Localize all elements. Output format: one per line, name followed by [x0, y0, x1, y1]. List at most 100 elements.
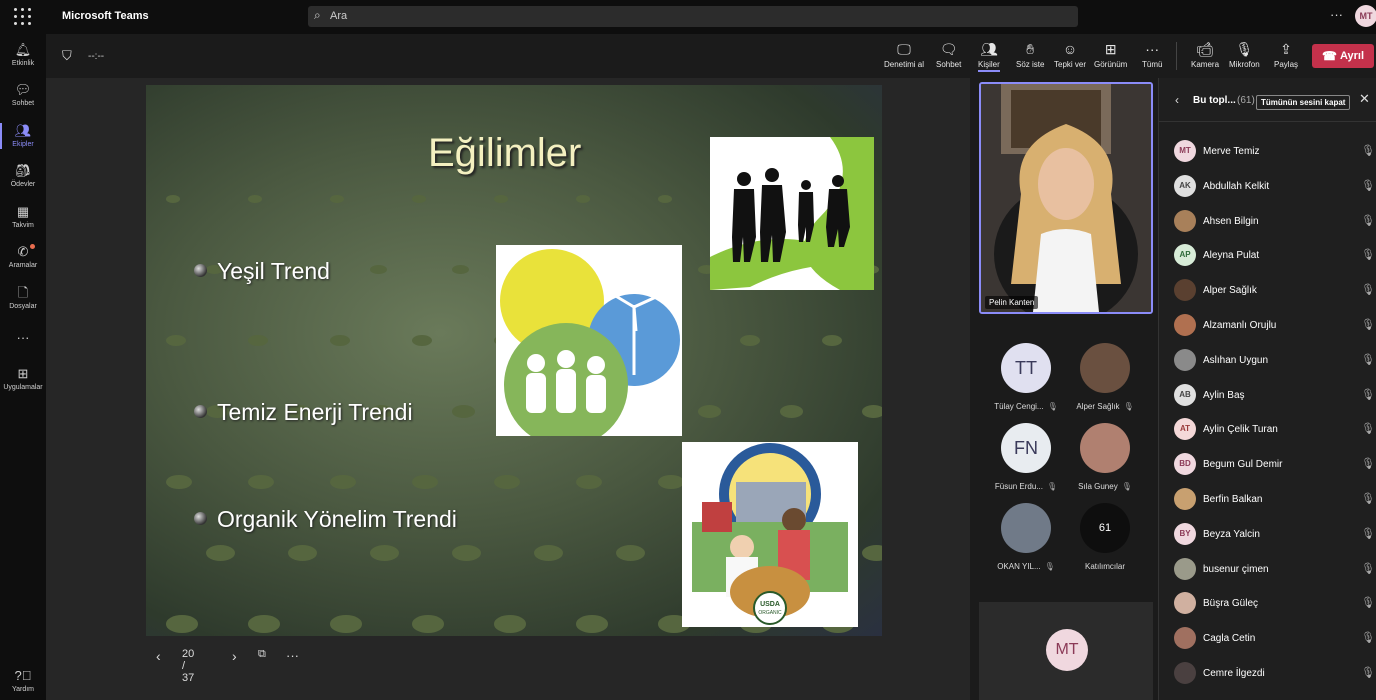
mic-off-icon: 🎙︎	[1121, 482, 1132, 491]
participant-tile[interactable]: OKAN YIL... 🎙︎	[991, 503, 1061, 571]
participant-row[interactable]: MT Merve Temiz 🎙︎	[1159, 136, 1376, 170]
participant-name: Begum Gul Demir	[1203, 459, 1283, 471]
participant-row[interactable]: Alper Sağlık 🎙︎	[1159, 275, 1376, 309]
view-button[interactable]: ⊞ Görünüm	[1094, 40, 1127, 69]
mic-off-icon: 🎙︎	[1123, 402, 1134, 411]
participant-avatar: FN	[1001, 423, 1051, 473]
apps-icon: ⊞	[17, 366, 29, 381]
more-options-icon[interactable]: ···	[1330, 7, 1343, 22]
previous-slide-icon[interactable]: ‹	[156, 648, 161, 664]
participants-overflow-tile[interactable]: 61 Katılımcılar	[1070, 503, 1140, 571]
mic-off-icon: 🎙︎	[1361, 527, 1375, 540]
background-dot	[370, 265, 387, 275]
mic-off-icon: 🎙︎	[1361, 562, 1375, 575]
participant-avatar	[1174, 314, 1196, 336]
search-icon: ⌕	[314, 8, 321, 22]
teams-icon: 👥︎	[14, 123, 32, 138]
rail-item-assignments[interactable]: 🎒︎ Ödevler	[0, 163, 46, 188]
people-button[interactable]: 👥︎ Kişiler	[978, 40, 1000, 72]
toolbar-divider	[1176, 42, 1177, 70]
svg-text:USDA: USDA	[760, 601, 780, 608]
background-dot	[330, 335, 350, 346]
rail-label: Etkinlik	[11, 60, 35, 67]
take-control-button[interactable]: 🖵 Denetimi al	[884, 40, 924, 69]
rail-item-calls[interactable]: ✆ Aramalar	[0, 244, 46, 269]
slide-title: Eğilimler	[428, 131, 582, 175]
participant-tile[interactable]: Alper Sağlık 🎙︎	[1070, 343, 1140, 411]
microphone-button[interactable]: 🎙︎ Mikrofon	[1229, 40, 1260, 69]
participant-row[interactable]: BD Begum Gul Demir 🎙︎	[1159, 449, 1376, 483]
slide-bullet: Organik Yönelim Trendi	[194, 506, 457, 533]
mic-off-icon: 🎙︎	[1047, 402, 1058, 411]
user-avatar[interactable]: MT	[1355, 5, 1376, 27]
app-launcher-icon[interactable]	[14, 8, 32, 26]
chat-button[interactable]: 🗨 Sohbet	[936, 40, 961, 69]
participant-name: Alper Sağlık	[1076, 402, 1120, 411]
participant-row[interactable]: Büşra Güleç 🎙︎	[1159, 588, 1376, 622]
camera-off-icon: 📹︎	[1196, 41, 1214, 57]
background-dot	[412, 335, 432, 346]
rail-label: Ekipler	[12, 141, 34, 148]
raise-hand-button[interactable]: ✋︎ Söz iste	[1016, 40, 1044, 69]
rail-item-teams[interactable]: 👥︎ Ekipler	[0, 123, 46, 149]
participant-row[interactable]: AP Aleyna Pulat 🎙︎	[1159, 240, 1376, 274]
slide-more-icon[interactable]: ···	[286, 648, 299, 663]
participant-row[interactable]: Cemre İlgezdi 🎙︎	[1159, 658, 1376, 692]
take-control-icon: 🖵	[897, 41, 911, 57]
next-slide-icon[interactable]: ›	[232, 648, 237, 664]
participant-row[interactable]: Alzamanlı Orujlu 🎙︎	[1159, 310, 1376, 344]
files-icon: 🗋	[17, 285, 29, 300]
background-dot	[330, 195, 344, 203]
close-icon[interactable]: ✕	[1359, 91, 1370, 107]
rail-item-chat[interactable]: 💬︎ Sohbet	[0, 82, 46, 107]
rail-item-apps[interactable]: ⊞ Uygulamalar	[0, 366, 46, 391]
participant-row[interactable]: Aslıhan Uygun 🎙︎	[1159, 345, 1376, 379]
assignments-icon: 🎒︎	[14, 163, 32, 178]
participant-row[interactable]: Ahsen Bilgin 🎙︎	[1159, 206, 1376, 240]
participant-row[interactable]: AK Abdullah Kelkit 🎙︎	[1159, 171, 1376, 205]
leave-label: Ayrıl	[1340, 50, 1365, 62]
leave-button[interactable]: ☎ Ayrıl	[1312, 44, 1374, 68]
participant-row[interactable]: AT Aylin Çelik Turan 🎙︎	[1159, 414, 1376, 448]
background-dot	[166, 475, 192, 490]
back-icon[interactable]: ‹	[1175, 93, 1179, 107]
participant-name: Alper Sağlık	[1203, 285, 1257, 297]
more-button[interactable]: ··· Tümü	[1142, 40, 1162, 69]
react-button[interactable]: ☺ Tepki ver	[1054, 40, 1086, 69]
participant-name: Tülay Cengi...	[994, 402, 1044, 411]
rail-item-calendar[interactable]: ▦ Takvim	[0, 204, 46, 229]
camera-button[interactable]: 📹︎ Kamera	[1191, 40, 1219, 69]
participant-name: Alzamanlı Orujlu	[1203, 320, 1277, 331]
background-dot	[658, 475, 684, 490]
rail-label: Takvim	[12, 222, 34, 229]
slide-bullet: Temiz Enerji Trendi	[194, 399, 413, 426]
search-placeholder: Ara	[330, 10, 348, 22]
rail-item-help[interactable]: ?⃝ Yardım	[0, 668, 46, 693]
slide-overview-icon[interactable]: ⧉	[258, 648, 266, 661]
rail-item-activity[interactable]: 🔔︎ Etkinlik	[0, 42, 46, 67]
background-dot	[616, 545, 645, 561]
search-input[interactable]: ⌕ Ara	[308, 6, 1078, 27]
rail-item-files[interactable]: 🗋 Dosyalar	[0, 285, 46, 310]
mute-all-button[interactable]: Tümünün sesini kapat	[1256, 95, 1351, 110]
video-gallery: Pelin Kanten TT Tülay Cengi... 🎙︎ Alper S…	[970, 78, 1158, 700]
participant-avatar: MT	[1174, 140, 1196, 162]
rail-more-icon[interactable]: ···	[0, 330, 46, 346]
self-video-tile[interactable]: MT	[979, 602, 1153, 700]
participant-tile[interactable]: TT Tülay Cengi... 🎙︎	[991, 343, 1061, 411]
calendar-icon: ▦	[16, 204, 30, 219]
speaker-video[interactable]: Pelin Kanten	[979, 82, 1153, 314]
participant-tile[interactable]: FN Füsun Erdu... 🎙︎	[991, 423, 1061, 491]
mic-off-icon: 🎙︎	[1361, 319, 1375, 331]
participant-tile[interactable]: Sıla Guney 🎙︎	[1070, 423, 1140, 491]
participant-row[interactable]: busenur çimen 🎙︎	[1159, 554, 1376, 588]
bullet-icon	[194, 264, 207, 277]
share-button[interactable]: ⇪ Paylaş	[1274, 40, 1298, 69]
background-dot	[452, 265, 469, 275]
svg-text:ORGANIC: ORGANIC	[758, 610, 782, 616]
bell-icon: 🔔︎	[14, 42, 32, 57]
participant-row[interactable]: Cagla Cetin 🎙︎	[1159, 623, 1376, 657]
participant-row[interactable]: Berfin Balkan 🎙︎	[1159, 484, 1376, 518]
participant-row[interactable]: BY Beyza Yalcin 🎙︎	[1159, 519, 1376, 553]
participant-row[interactable]: AB Aylin Baş 🎙︎	[1159, 380, 1376, 414]
